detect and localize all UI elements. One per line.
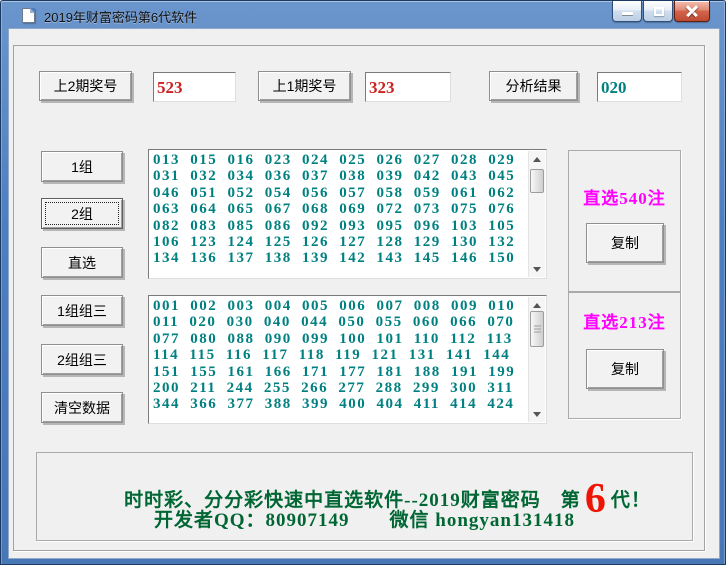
list-row: 077 080 088 090 099 100 101 110 112 113 <box>153 331 526 347</box>
list-row: 013 015 016 023 024 025 026 027 028 029 <box>153 152 526 168</box>
number-list-2-content: 001 002 003 004 005 006 007 008 009 010 … <box>153 298 526 421</box>
copy-540-button[interactable]: 复制 <box>586 223 664 263</box>
direct-540-groupbox: 直选540注 复制 <box>568 150 681 292</box>
app-window: 2019年财富密码第6代软件 上2期奖号 上1期奖号 分析结果 1组 2组 直选… <box>0 0 726 565</box>
scrollbar-1[interactable] <box>528 151 545 277</box>
scrollbar-2[interactable] <box>528 297 545 422</box>
titlebar[interactable]: 2019年财富密码第6代软件 <box>1 1 725 29</box>
list-row: 046 051 052 054 056 057 058 059 061 062 <box>153 185 526 201</box>
direct-213-groupbox: 直选213注 复制 <box>568 292 681 419</box>
app-form-icon <box>22 8 35 23</box>
number-list-2[interactable]: 001 002 003 004 005 006 007 008 009 010 … <box>148 295 547 424</box>
list-row: 200 211 244 255 266 277 288 299 300 311 <box>153 380 526 396</box>
window-title: 2019年财富密码第6代软件 <box>44 7 197 26</box>
scroll-thumb[interactable] <box>530 169 544 193</box>
number-list-1[interactable]: 013 015 016 023 024 025 026 027 028 029 … <box>148 149 547 279</box>
prev2-input[interactable] <box>153 72 236 102</box>
list-row: 031 032 034 036 037 038 039 042 043 045 <box>153 168 526 184</box>
scroll-down-icon[interactable] <box>529 406 545 422</box>
minimize-icon <box>622 12 633 15</box>
minimize-button[interactable] <box>612 1 642 22</box>
footer-ad-box: 时时彩、分分彩快速中直选软件--2019财富密码 第6代！ 开发者QQ：8090… <box>36 452 693 541</box>
group1-button[interactable]: 1组 <box>41 151 123 182</box>
caption-buttons <box>612 1 710 22</box>
list-row: 082 083 085 086 092 093 095 096 103 105 <box>153 218 526 234</box>
list-row: 063 064 065 067 068 069 072 073 075 076 <box>153 201 526 217</box>
prev2-label-button[interactable]: 上2期奖号 <box>39 71 132 101</box>
scroll-thumb[interactable] <box>530 311 544 347</box>
maximize-icon <box>654 7 664 16</box>
prev1-label-button[interactable]: 上1期奖号 <box>258 71 351 101</box>
list-row: 106 123 124 125 126 127 128 129 130 132 <box>153 234 526 250</box>
list-row: 151 155 161 166 171 177 181 188 191 199 <box>153 364 526 380</box>
client-area: 上2期奖号 上1期奖号 分析结果 1组 2组 直选 1组组三 2组组三 清空数据… <box>9 29 719 558</box>
group1-triple-button[interactable]: 1组组三 <box>41 295 123 326</box>
direct-213-label: 直选213注 <box>569 308 680 333</box>
scroll-down-icon[interactable] <box>529 261 545 277</box>
clear-data-button[interactable]: 清空数据 <box>41 392 123 423</box>
group2-triple-button[interactable]: 2组组三 <box>41 344 123 375</box>
scroll-up-icon[interactable] <box>529 151 545 167</box>
number-list-1-content: 013 015 016 023 024 025 026 027 028 029 … <box>153 152 526 276</box>
group2-button[interactable]: 2组 <box>41 198 123 229</box>
analysis-result-input[interactable] <box>597 72 682 102</box>
list-row: 114 115 116 117 118 119 121 131 141 144 <box>153 347 526 363</box>
copy-213-button[interactable]: 复制 <box>586 349 664 389</box>
list-row: 134 136 137 138 139 142 143 145 146 150 <box>153 250 526 266</box>
list-row: 001 002 003 004 005 006 007 008 009 010 <box>153 298 526 314</box>
thumb-grip-icon <box>534 326 541 333</box>
list-row: 344 366 377 388 399 400 404 411 414 424 <box>153 396 526 412</box>
maximize-button[interactable] <box>643 1 673 22</box>
direct-540-label: 直选540注 <box>569 184 680 209</box>
footer-contact: 开发者QQ：80907149 微信 hongyan131418 <box>37 505 692 532</box>
list-row: 011 020 030 040 044 050 055 060 066 070 <box>153 314 526 330</box>
direct-select-button[interactable]: 直选 <box>41 247 123 278</box>
analysis-result-button[interactable]: 分析结果 <box>489 71 578 101</box>
close-button[interactable] <box>674 1 710 22</box>
prev1-input[interactable] <box>365 72 451 102</box>
